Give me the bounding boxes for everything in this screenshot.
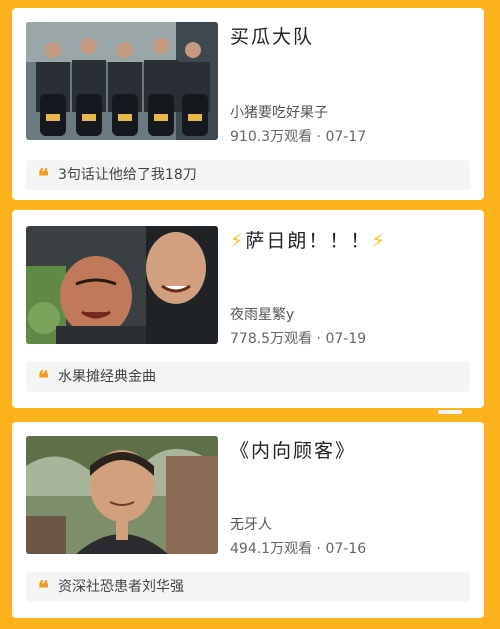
separator-dot: · xyxy=(316,129,321,145)
video-thumbnail[interactable] xyxy=(26,226,218,344)
video-meta: 494.1万观看 · 07-16 xyxy=(230,538,366,558)
video-title-text: 萨日朗！！！ xyxy=(245,230,372,252)
video-title[interactable]: 《内向顾客》 xyxy=(230,436,356,463)
publish-date: 07-19 xyxy=(325,331,367,347)
author-name[interactable]: 无牙人 xyxy=(230,514,272,534)
view-count: 494.1万观看 xyxy=(230,541,313,557)
video-card[interactable]: ⚡萨日朗！！！⚡ 夜雨星繁y 778.5万观看 · 07-19 ❝ 水果摊经典金… xyxy=(12,210,484,408)
author-name[interactable]: 小猪要吃好果子 xyxy=(230,102,328,122)
featured-comment[interactable]: ❝ 3句话让他给了我18刀 xyxy=(26,160,470,190)
publish-date: 07-17 xyxy=(325,129,367,145)
view-count: 910.3万观看 xyxy=(230,129,313,145)
quote-icon: ❝ xyxy=(38,576,49,600)
video-thumbnail[interactable] xyxy=(26,436,218,554)
quote-icon: ❝ xyxy=(38,164,49,188)
separator-dot: · xyxy=(316,331,321,347)
lightning-bolt-icon: ⚡ xyxy=(371,230,387,252)
video-card[interactable]: 《内向顾客》 无牙人 494.1万观看 · 07-16 ❝ 资深社恐患者刘华强 xyxy=(12,422,484,618)
featured-comment[interactable]: ❝ 水果摊经典金曲 xyxy=(26,362,470,392)
quote-icon: ❝ xyxy=(38,366,49,390)
publish-date: 07-16 xyxy=(325,541,367,557)
view-count: 778.5万观看 xyxy=(230,331,313,347)
comment-text: 3句话让他给了我18刀 xyxy=(58,167,197,183)
video-thumbnail[interactable] xyxy=(26,22,218,140)
video-title[interactable]: ⚡萨日朗！！！⚡ xyxy=(230,226,387,253)
video-card[interactable]: 买瓜大队 小猪要吃好果子 910.3万观看 · 07-17 ❝ 3句话让他给了我… xyxy=(12,8,484,200)
separator-dot: · xyxy=(316,541,321,557)
video-meta: 910.3万观看 · 07-17 xyxy=(230,126,366,146)
video-title[interactable]: 买瓜大队 xyxy=(230,22,314,49)
lightning-bolt-icon: ⚡ xyxy=(230,230,246,252)
video-meta: 778.5万观看 · 07-19 xyxy=(230,328,366,348)
featured-comment[interactable]: ❝ 资深社恐患者刘华强 xyxy=(26,572,470,602)
comment-text: 资深社恐患者刘华强 xyxy=(58,579,184,595)
author-name[interactable]: 夜雨星繁y xyxy=(230,304,294,324)
comment-text: 水果摊经典金曲 xyxy=(58,369,156,385)
divider xyxy=(438,410,462,414)
